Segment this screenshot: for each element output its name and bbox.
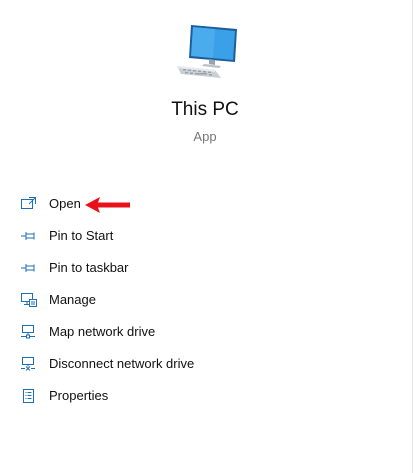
menu-item-label: Properties xyxy=(49,388,109,403)
computer-monitor-icon xyxy=(175,20,241,84)
properties-icon xyxy=(20,388,38,404)
menu-item-label: Pin to Start xyxy=(49,228,114,243)
computer-manage-icon xyxy=(20,292,38,308)
pin-icon xyxy=(20,228,38,244)
menu-item-properties[interactable]: Properties xyxy=(0,380,410,412)
app-title: This PC xyxy=(171,99,239,120)
menu-item-open[interactable]: Open xyxy=(0,188,410,220)
start-menu-app-panel: This PC App Open Pin to Start Pin to tas… xyxy=(0,0,413,473)
menu-item-manage[interactable]: Manage xyxy=(0,284,410,316)
menu-item-label: Manage xyxy=(49,292,96,307)
menu-item-map-network-drive[interactable]: Map network drive xyxy=(0,316,410,348)
open-window-icon xyxy=(20,196,38,212)
app-type-label: App xyxy=(193,129,217,144)
menu-item-pin-to-start[interactable]: Pin to Start xyxy=(0,220,410,252)
menu-item-disconnect-network-drive[interactable]: Disconnect network drive xyxy=(0,348,410,380)
menu-item-label: Pin to taskbar xyxy=(49,260,129,275)
app-context-menu: Open Pin to Start Pin to taskbar Manage … xyxy=(0,188,410,412)
menu-item-label: Map network drive xyxy=(49,324,156,339)
menu-item-label: Disconnect network drive xyxy=(49,356,195,371)
annotation-arrow xyxy=(84,195,132,215)
menu-item-pin-to-taskbar[interactable]: Pin to taskbar xyxy=(0,252,410,284)
pin-icon xyxy=(20,260,38,276)
disconnect-network-drive-icon xyxy=(20,356,38,372)
menu-item-label: Open xyxy=(49,196,81,211)
network-drive-icon xyxy=(20,324,38,340)
